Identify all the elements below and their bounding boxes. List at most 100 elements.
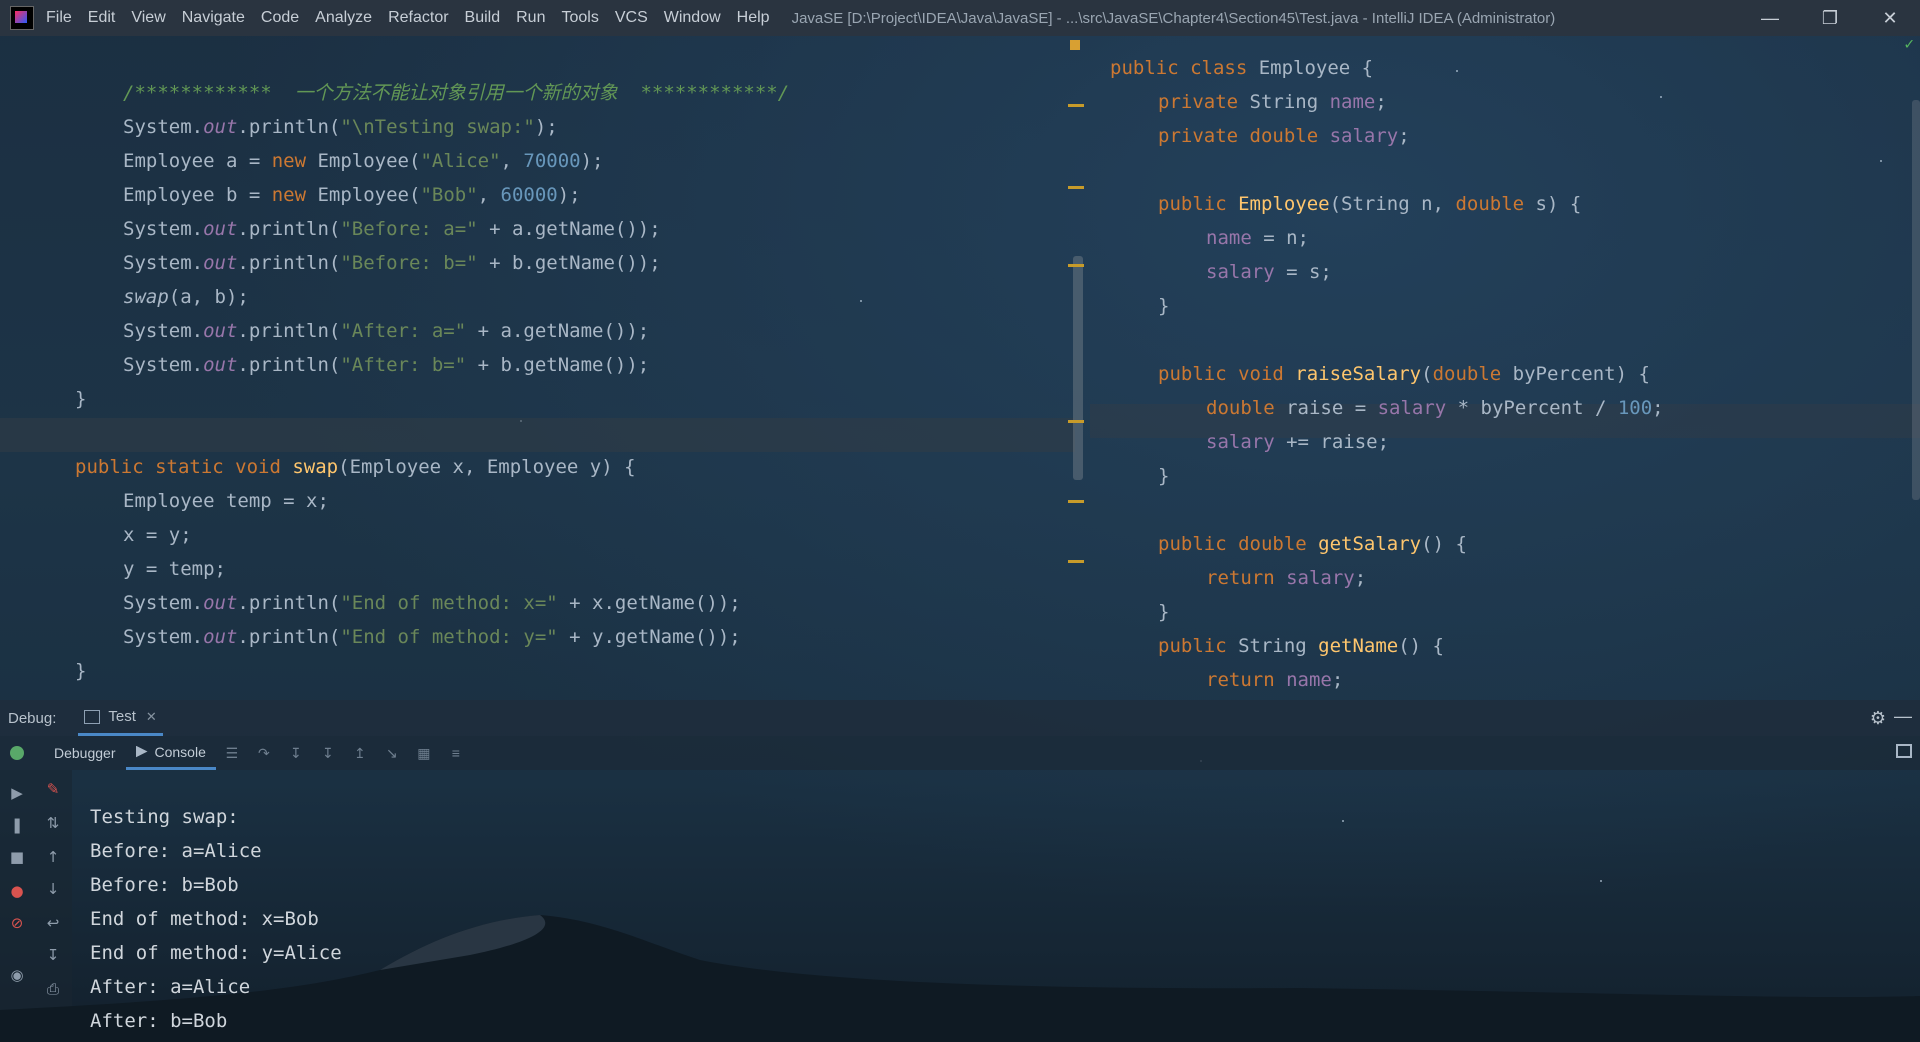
code-comment: /************ 一个方法不能让对象引用一个新的对象 ********…	[123, 82, 790, 104]
code-line: Employee a = new Employee("Alice", 70000…	[123, 150, 604, 172]
console-line: Before: b=Bob	[90, 874, 239, 896]
menu-window[interactable]: Window	[664, 9, 721, 27]
menu-view[interactable]: View	[131, 9, 165, 27]
code-line: System.out.println("After: a=" + a.getNa…	[123, 320, 650, 342]
menu-help[interactable]: Help	[737, 9, 770, 27]
view-breakpoints-icon[interactable]: ●	[8, 882, 26, 900]
code-line: Employee b = new Employee("Bob", 60000);	[123, 184, 581, 206]
step-into-icon[interactable]: ↧	[288, 746, 304, 760]
menu-vcs[interactable]: VCS	[615, 9, 648, 27]
code-line: }	[1158, 601, 1170, 623]
code-line: System.out.println("\nTesting swap:");	[123, 116, 558, 138]
hide-panel-icon[interactable]: —	[1894, 706, 1912, 727]
close-tab-icon[interactable]: ✕	[146, 709, 157, 725]
menu-run[interactable]: Run	[516, 9, 545, 27]
force-step-into-icon[interactable]: ↧	[320, 746, 336, 760]
tab-console[interactable]: Console	[125, 736, 216, 770]
change-marker[interactable]	[1068, 500, 1084, 503]
change-marker[interactable]	[1068, 560, 1084, 563]
restore-icon[interactable]: ❐	[1800, 0, 1860, 36]
code-line: y = temp;	[123, 558, 226, 580]
console-output[interactable]: Testing swap: Before: a=Alice Before: b=…	[90, 800, 342, 1038]
title-bar: File Edit View Navigate Code Analyze Ref…	[0, 0, 1920, 36]
frames-icon[interactable]: ☰	[224, 746, 240, 760]
tab-debugger[interactable]: Debugger	[44, 736, 126, 770]
inspection-ok-icon[interactable]: ✓	[1904, 34, 1914, 53]
menu-build[interactable]: Build	[465, 9, 501, 27]
run-config-tab-label: Test	[108, 708, 136, 725]
stop-icon[interactable]: ■	[8, 848, 26, 866]
code-line: System.out.println("After: b=" + b.getNa…	[123, 354, 650, 376]
code-line: }	[1158, 295, 1170, 317]
change-marker[interactable]	[1068, 186, 1084, 189]
tab-console-label: Console	[154, 743, 206, 760]
code-line: }	[75, 660, 87, 682]
console-line: Before: a=Alice	[90, 840, 262, 862]
editor-scrollbar[interactable]	[1073, 256, 1083, 480]
window-controls: — ❐ ✕	[1740, 0, 1920, 36]
editor-test-java[interactable]: /************ 一个方法不能让对象引用一个新的对象 ********…	[0, 36, 1075, 700]
clear-console-icon[interactable]: ✎	[44, 780, 62, 798]
code-line: public class Employee {	[1110, 57, 1374, 79]
code-line: return salary;	[1206, 567, 1367, 589]
menu-file[interactable]: File	[46, 9, 72, 27]
menu-navigate[interactable]: Navigate	[182, 9, 245, 27]
menu-code[interactable]: Code	[261, 9, 299, 27]
code-line: public static void swap(Employee x, Empl…	[75, 456, 636, 478]
console-line: End of method: y=Alice	[90, 942, 342, 964]
console-line: End of method: x=Bob	[90, 908, 319, 930]
menu-refactor[interactable]: Refactor	[388, 9, 448, 27]
change-marker[interactable]	[1068, 420, 1084, 423]
editor-employee-java[interactable]: public class Employee { private String n…	[1090, 36, 1920, 700]
step-out-icon[interactable]: ↥	[352, 746, 368, 760]
gear-icon[interactable]: ⚙	[1870, 708, 1886, 729]
code-line: public Employee(String n, double s) {	[1158, 193, 1582, 215]
intellij-logo-icon	[10, 6, 34, 30]
code-line: public String getName() {	[1158, 635, 1444, 657]
down-icon[interactable]: ↓	[44, 880, 62, 898]
code-line: Employee temp = x;	[123, 490, 329, 512]
warning-marker-icon[interactable]	[1070, 40, 1080, 50]
debug-bug-icon	[10, 746, 24, 760]
up-icon[interactable]: ↑	[44, 848, 62, 866]
code-line: System.out.println("Before: b=" + b.getN…	[123, 252, 661, 274]
step-over-icon[interactable]: ↷	[256, 746, 272, 760]
star-decoration	[1342, 820, 1344, 822]
trace-icon[interactable]: ≡	[448, 746, 464, 760]
menu-tools[interactable]: Tools	[561, 9, 598, 27]
run-config-icon	[84, 709, 101, 724]
code-line: public double getSalary() {	[1158, 533, 1467, 555]
code-line: salary += raise;	[1206, 431, 1390, 453]
code-line: public void raiseSalary(double byPercent…	[1158, 363, 1650, 385]
tab-debugger-label: Debugger	[54, 745, 116, 761]
code-line: swap(a, b);	[123, 286, 249, 308]
menu-analyze[interactable]: Analyze	[315, 9, 372, 27]
code-line: double raise = salary * byPercent / 100;	[1206, 397, 1664, 419]
minimize-icon[interactable]: —	[1740, 0, 1800, 36]
run-config-tab[interactable]: Test ✕	[78, 700, 163, 736]
code-line: private double salary;	[1158, 125, 1410, 147]
restore-layout-icon[interactable]	[1896, 744, 1912, 758]
change-marker[interactable]	[1068, 104, 1084, 107]
run-to-cursor-icon[interactable]: ↘	[384, 746, 400, 760]
debug-toolbar: Debugger Console ☰ ↷ ↧ ↧ ↥ ↘ ▦ ≡	[0, 736, 1920, 770]
console-line: After: a=Alice	[90, 976, 251, 998]
star-decoration	[1600, 880, 1602, 882]
code-line: System.out.println("End of method: y=" +…	[123, 626, 741, 648]
resume-icon[interactable]: ▶	[8, 784, 26, 802]
code-line: }	[75, 388, 87, 410]
scroll-to-end-icon[interactable]: ⇅	[44, 814, 62, 832]
change-marker[interactable]	[1068, 264, 1084, 267]
code-line: private String name;	[1158, 91, 1387, 113]
window-title: JavaSE [D:\Project\IDEA\Java\JavaSE] - .…	[791, 9, 1556, 27]
close-icon[interactable]: ✕	[1860, 0, 1920, 36]
console-line: Testing swap:	[90, 806, 239, 828]
evaluate-icon[interactable]: ▦	[416, 746, 432, 760]
editor-scrollbar-right[interactable]	[1912, 100, 1920, 500]
menu-edit[interactable]: Edit	[88, 9, 116, 27]
code-line: salary = s;	[1206, 261, 1332, 283]
code-line: return name;	[1206, 669, 1344, 691]
pause-icon[interactable]: ❚	[8, 816, 26, 834]
